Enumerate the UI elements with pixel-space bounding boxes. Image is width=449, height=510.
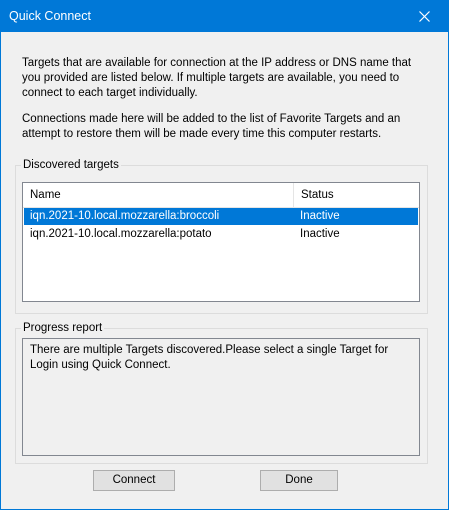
- quick-connect-dialog: Quick Connect Targets that are available…: [0, 0, 449, 510]
- intro-paragraph-favorites: Connections made here will be added to t…: [22, 113, 401, 140]
- intro-paragraph-targets: Targets that are available for connectio…: [22, 57, 412, 99]
- connect-button[interactable]: Connect: [93, 470, 175, 491]
- target-status: Inactive: [300, 210, 340, 222]
- target-name: iqn.2021-10.local.mozzarella:broccoli: [30, 210, 220, 222]
- target-row-broccoli[interactable]: iqn.2021-10.local.mozzarella:broccoli In…: [24, 208, 418, 225]
- column-header-name[interactable]: Name: [23, 183, 293, 207]
- column-header-status[interactable]: Status: [293, 183, 419, 207]
- done-button[interactable]: Done: [260, 470, 338, 491]
- title-bar[interactable]: Quick Connect: [1, 1, 448, 32]
- close-icon: [419, 11, 430, 22]
- progress-message: There are multiple Targets discovered.Pl…: [30, 344, 389, 371]
- window-title: Quick Connect: [9, 9, 91, 23]
- target-status: Inactive: [300, 228, 340, 240]
- discovered-targets-label: Discovered targets: [21, 158, 121, 172]
- target-name: iqn.2021-10.local.mozzarella:potato: [30, 228, 212, 240]
- target-row-potato[interactable]: iqn.2021-10.local.mozzarella:potato Inac…: [24, 226, 418, 243]
- progress-report-label: Progress report: [21, 321, 105, 335]
- close-button[interactable]: [402, 1, 448, 32]
- targets-list[interactable]: Name Status iqn.2021-10.local.mozzarella…: [22, 182, 420, 302]
- progress-report-box: There are multiple Targets discovered.Pl…: [22, 338, 420, 456]
- list-header: Name Status: [23, 183, 419, 208]
